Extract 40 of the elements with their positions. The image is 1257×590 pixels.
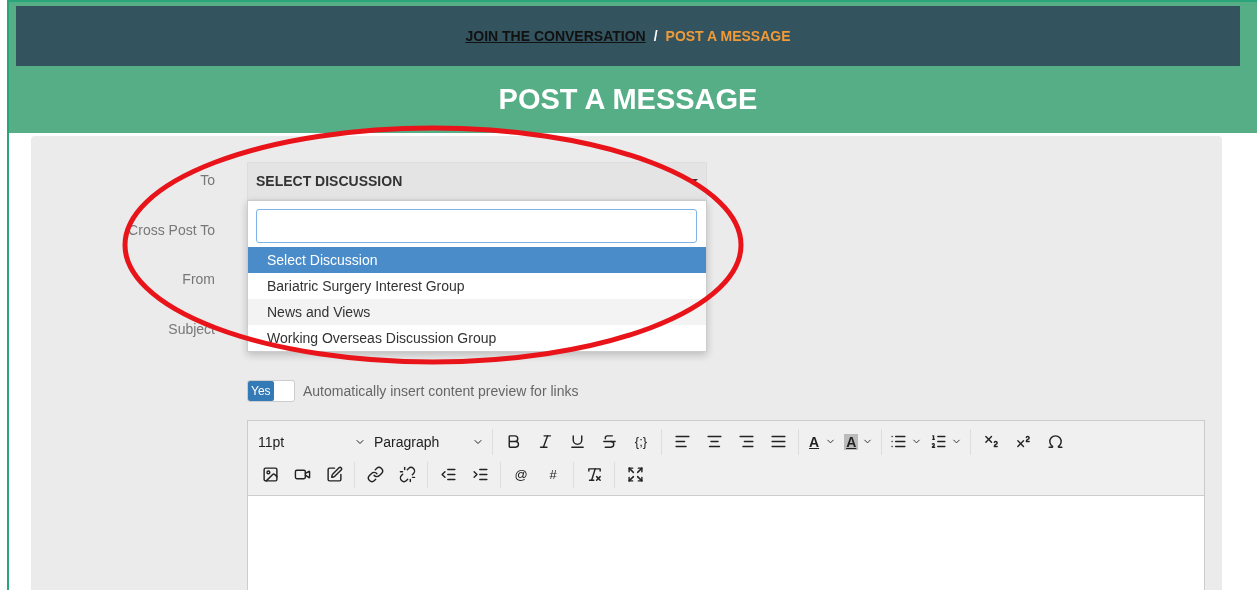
toolbar-select[interactable]: 11pt (254, 427, 370, 456)
edit-icon (325, 466, 343, 483)
toolbar-button[interactable]: @ (505, 460, 537, 489)
omega-icon (1046, 433, 1064, 450)
unlink-icon (398, 466, 416, 483)
toggle-label: Automatically insert content preview for links (303, 383, 579, 399)
justify-icon (769, 433, 787, 450)
align-center-icon (705, 433, 723, 450)
indent-icon (471, 466, 489, 483)
bullet-list-icon (890, 433, 908, 450)
toolbar-button[interactable]: {;} (625, 427, 657, 456)
dropdown-option[interactable]: News and Views (248, 299, 706, 325)
toolbar-button[interactable]: # (537, 460, 569, 489)
text-color-button[interactable]: A (803, 427, 841, 456)
field-label: To (200, 171, 215, 190)
subscript-icon (982, 433, 1000, 450)
breadcrumb-current: POST A MESSAGE (665, 28, 791, 44)
align-left-icon (673, 433, 691, 450)
breadcrumb-separator: / (653, 28, 658, 44)
numbered-list-icon (930, 433, 948, 450)
search-field[interactable] (256, 209, 697, 243)
image-icon (261, 466, 279, 483)
field-label: From (182, 270, 215, 289)
link-icon (366, 466, 384, 483)
preview-toggle[interactable]: Yes (247, 380, 295, 402)
dropdown-option[interactable]: Select Discussion (248, 247, 706, 273)
toolbar-select[interactable]: Paragraph (370, 427, 488, 456)
align-right-icon (737, 433, 755, 450)
dropdown-option[interactable]: Working Overseas Discussion Group (248, 325, 706, 351)
fullscreen-icon (626, 466, 644, 483)
superscript-icon (1014, 433, 1032, 450)
outdent-icon (439, 466, 457, 483)
underline-icon (568, 433, 586, 450)
page-title: POST A MESSAGE (497, 82, 759, 116)
dropdown-option[interactable]: Bariatric Surgery Interest Group (248, 273, 706, 299)
clear-format-icon (585, 466, 603, 483)
discussion-select[interactable]: SELECT DISCUSSION (247, 162, 707, 200)
highlight-button[interactable]: A (840, 427, 878, 456)
strikethrough-icon (600, 433, 618, 450)
caret-icon (690, 179, 698, 183)
